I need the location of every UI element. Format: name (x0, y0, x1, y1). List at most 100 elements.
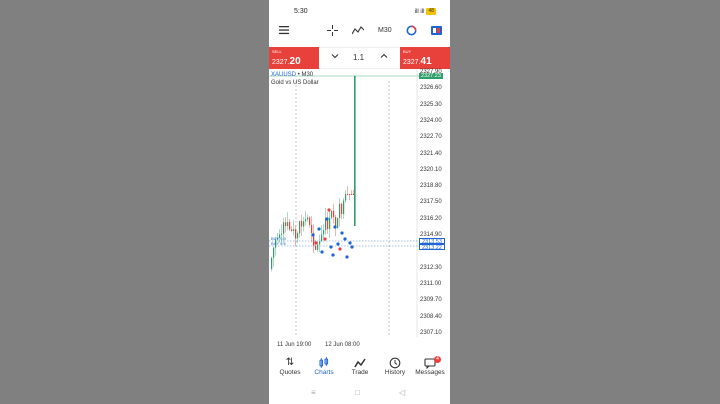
candle-body (333, 210, 335, 217)
buy-button[interactable]: BUY 2327.41 (400, 47, 450, 69)
nav-messages[interactable]: 4 Messages (413, 356, 447, 376)
trade-marker (331, 253, 335, 257)
candle-body (347, 194, 349, 195)
price-axis-label: 2318.80 (420, 183, 442, 190)
chart-toolbar: M30 (269, 22, 450, 44)
candle-body (273, 247, 275, 258)
candle-body (337, 218, 339, 229)
price-axis-label: 2324.00 (420, 117, 442, 124)
price-axis-label: 2325.30 (420, 101, 442, 108)
sell-price: 2327.20 (272, 56, 301, 67)
candle-body (289, 222, 291, 230)
trade-marker (323, 237, 327, 241)
candle-body (271, 257, 273, 269)
time-axis-label: 12 Jun 08:00 (325, 342, 360, 348)
price-axis-label: 2316.20 (420, 215, 442, 222)
one-click-trade-bar: SELL 2327.20 1.1 BUY 2327.41 (269, 47, 450, 69)
nav-label: History (384, 369, 406, 376)
sell-price-big: 20 (289, 56, 301, 67)
nav-label: Charts (314, 369, 334, 376)
buy-price: 2327.41 (403, 56, 432, 67)
recents-button[interactable]: ≡ (311, 388, 316, 397)
nav-trade[interactable]: Trade (343, 357, 377, 376)
status-bar: 5:30 ill ill 48 (269, 0, 450, 22)
indicator-icon[interactable] (351, 25, 365, 38)
lot-control: 1.1 (319, 47, 400, 69)
candle-body (293, 229, 295, 232)
trade-marker (333, 225, 337, 229)
messages-badge: 4 (434, 356, 441, 363)
lot-value[interactable]: 1.1 (353, 53, 364, 62)
price-axis-label: 2311.00 (420, 280, 442, 287)
candle-body (291, 229, 293, 232)
status-time: 5:30 (294, 8, 308, 15)
chevron-down-icon[interactable] (331, 52, 339, 62)
time-axis-label: 11 Jun 19:00 (277, 342, 312, 348)
trade-marker (314, 241, 318, 245)
trade-marker (325, 217, 329, 221)
buy-label: BUY (403, 49, 412, 54)
candle-body (287, 222, 289, 226)
bottom-navigation: ⇅ Quotes Charts Trade History 4 Messages (269, 354, 450, 384)
symbol-name: XAUUSD (271, 72, 297, 78)
sell-label: SELL (272, 49, 282, 54)
candle-body (349, 194, 351, 195)
candle-body (307, 217, 309, 220)
trade-marker (329, 245, 333, 249)
nav-history[interactable]: History (378, 357, 412, 376)
candle-body (351, 194, 353, 195)
sell-button[interactable]: SELL 2327.20 (269, 47, 319, 69)
candle-body (354, 76, 356, 226)
price-axis-label: 2326.60 (420, 85, 442, 92)
home-button[interactable]: □ (355, 388, 360, 397)
candle-body (323, 230, 325, 235)
messages-icon (413, 357, 447, 370)
candle-body (317, 244, 319, 250)
candle-body (311, 224, 313, 233)
timeframe-button[interactable]: M30 (378, 27, 392, 34)
candle-body (321, 234, 323, 242)
history-icon (378, 357, 412, 369)
trade-marker (336, 242, 340, 246)
trade-marker (340, 231, 344, 235)
nav-quotes[interactable]: ⇅ Quotes (273, 357, 307, 376)
trade-marker (348, 241, 352, 245)
candle-body (331, 210, 333, 218)
objects-icon[interactable] (406, 25, 417, 38)
status-icons: ill ill 48 (415, 8, 436, 15)
trade-marker (317, 227, 321, 231)
price-axis-label: 2322.70 (420, 134, 442, 141)
account-icon[interactable] (431, 26, 442, 37)
price-chart[interactable]: BUY 0.5 BUY 0.6 XAUUSD • M30 Gold vs US … (269, 69, 450, 354)
trade-marker (320, 250, 324, 254)
trade-marker (311, 233, 315, 237)
trade-marker (343, 237, 347, 241)
signal-icon: ill ill (414, 8, 425, 15)
candle-body (283, 222, 285, 234)
candle-body (305, 219, 307, 222)
back-button[interactable]: ◁ (399, 388, 405, 397)
price-axis-label: 2312.30 (420, 264, 442, 271)
candle-body (299, 221, 301, 234)
chevron-up-icon[interactable] (380, 52, 388, 62)
crosshair-icon[interactable] (327, 25, 338, 38)
chart-canvas[interactable]: BUY 0.5 BUY 0.6 (269, 69, 450, 354)
hamburger-menu-icon[interactable] (279, 25, 289, 37)
nav-label: Messages (415, 369, 445, 376)
price-axis-label: 2317.50 (420, 199, 442, 206)
candle-body (301, 221, 303, 227)
quotes-icon: ⇅ (285, 357, 295, 368)
price-axis-label: 2321.40 (420, 150, 442, 157)
buy-price-big: 41 (420, 56, 432, 67)
price-axis-label: 2308.40 (420, 313, 442, 320)
trade-marker (338, 247, 342, 251)
candle-body (281, 233, 283, 235)
nav-label: Quotes (279, 369, 301, 376)
candle-body (329, 217, 331, 230)
charts-icon (307, 357, 341, 369)
nav-charts[interactable]: Charts (307, 357, 341, 376)
candle-body (343, 200, 345, 215)
candle-body (339, 203, 341, 219)
trade-marker (345, 255, 349, 259)
symbol-timeframe: • M30 (297, 72, 314, 78)
